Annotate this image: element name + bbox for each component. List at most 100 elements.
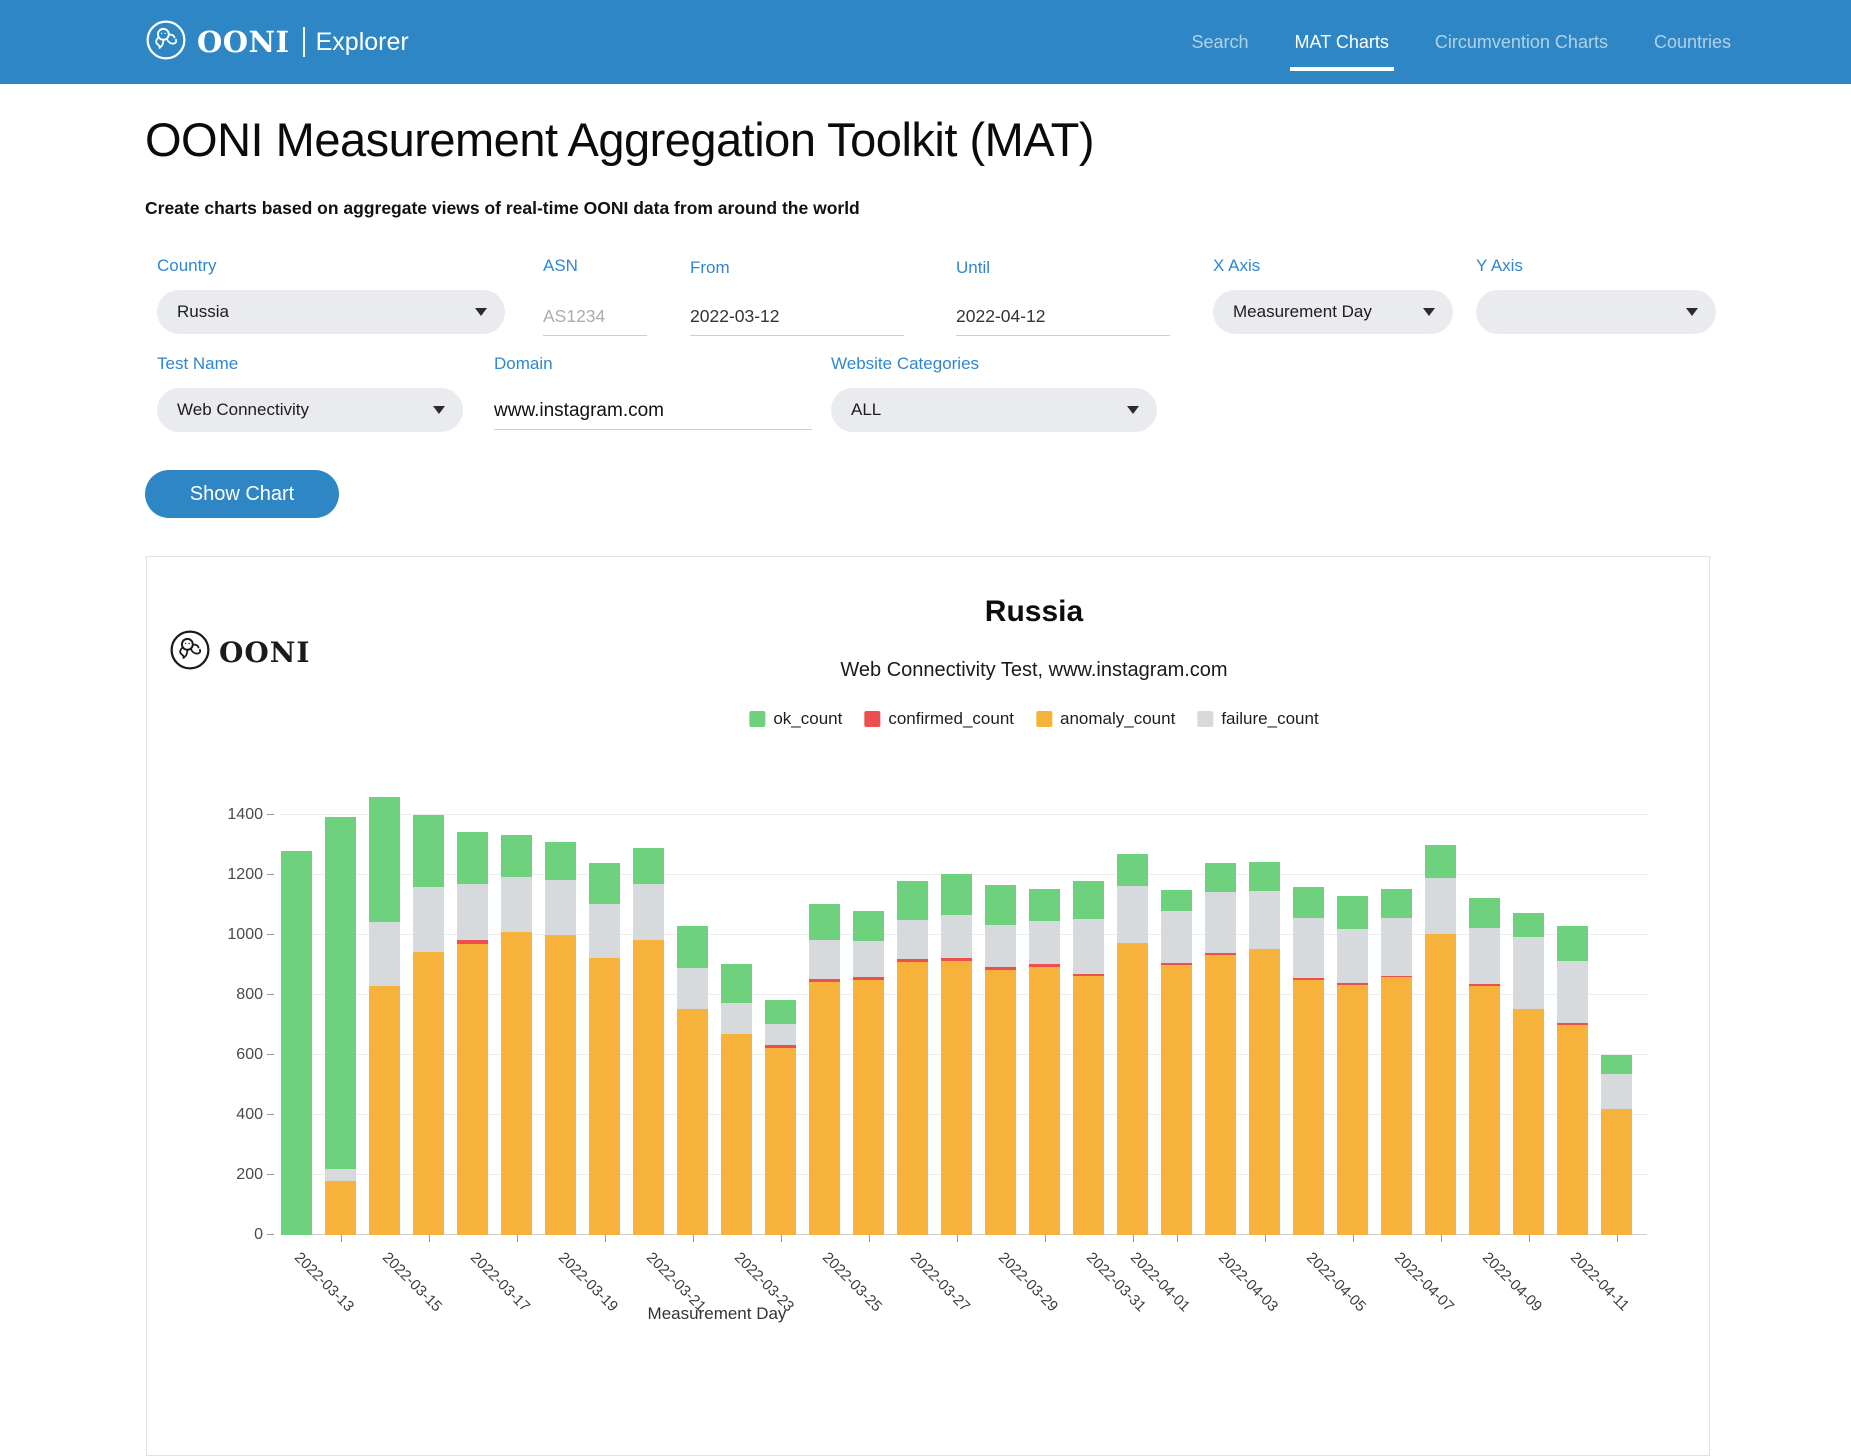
- bar-segment-failure_count[interactable]: [941, 915, 972, 959]
- asn-input[interactable]: [543, 298, 647, 336]
- bar-segment-ok_count[interactable]: [809, 904, 840, 940]
- bar-2022-03-18[interactable]: [545, 775, 576, 1235]
- bar-segment-ok_count[interactable]: [281, 851, 312, 1235]
- bar-2022-03-23[interactable]: [765, 775, 796, 1235]
- bar-2022-03-31[interactable]: [1117, 775, 1148, 1235]
- bar-segment-failure_count[interactable]: [765, 1024, 796, 1045]
- bar-segment-confirmed_count[interactable]: [1293, 978, 1324, 980]
- bar-2022-03-13[interactable]: [325, 775, 356, 1235]
- bar-segment-ok_count[interactable]: [1469, 898, 1500, 927]
- bar-segment-failure_count[interactable]: [1117, 886, 1148, 943]
- until-date-input[interactable]: [956, 298, 1170, 336]
- bar-segment-confirmed_count[interactable]: [985, 967, 1016, 969]
- bar-segment-anomaly_count[interactable]: [897, 962, 928, 1235]
- bar-segment-confirmed_count[interactable]: [1073, 974, 1104, 976]
- bar-2022-03-19[interactable]: [589, 775, 620, 1235]
- bar-2022-03-29[interactable]: [1029, 775, 1060, 1235]
- bar-segment-ok_count[interactable]: [1601, 1055, 1632, 1074]
- bar-segment-anomaly_count[interactable]: [1205, 955, 1236, 1236]
- bar-segment-ok_count[interactable]: [1117, 854, 1148, 886]
- bar-segment-confirmed_count[interactable]: [1205, 953, 1236, 955]
- show-chart-button[interactable]: Show Chart: [145, 470, 339, 518]
- bar-segment-ok_count[interactable]: [853, 911, 884, 941]
- bar-segment-anomaly_count[interactable]: [1513, 1009, 1544, 1236]
- bar-2022-04-02[interactable]: [1205, 775, 1236, 1235]
- bar-segment-confirmed_count[interactable]: [941, 958, 972, 960]
- bar-segment-anomaly_count[interactable]: [853, 980, 884, 1235]
- bar-2022-03-21[interactable]: [677, 775, 708, 1235]
- bar-2022-04-04[interactable]: [1293, 775, 1324, 1235]
- bar-segment-failure_count[interactable]: [501, 877, 532, 933]
- bar-segment-failure_count[interactable]: [897, 920, 928, 959]
- bar-segment-ok_count[interactable]: [369, 797, 400, 922]
- bar-segment-failure_count[interactable]: [1029, 921, 1060, 965]
- test-name-select[interactable]: Web Connectivity: [157, 388, 463, 432]
- bar-segment-anomaly_count[interactable]: [1293, 980, 1324, 1235]
- bar-2022-03-22[interactable]: [721, 775, 752, 1235]
- bar-segment-failure_count[interactable]: [985, 925, 1016, 967]
- bar-segment-ok_count[interactable]: [677, 926, 708, 968]
- bar-segment-anomaly_count[interactable]: [1425, 934, 1456, 1236]
- bar-segment-anomaly_count[interactable]: [325, 1181, 356, 1235]
- bar-segment-failure_count[interactable]: [633, 884, 664, 940]
- bar-2022-04-05[interactable]: [1337, 775, 1368, 1235]
- country-select[interactable]: Russia: [157, 290, 505, 334]
- bar-segment-failure_count[interactable]: [1469, 928, 1500, 984]
- bar-segment-anomaly_count[interactable]: [1249, 949, 1280, 1236]
- bar-segment-anomaly_count[interactable]: [677, 1009, 708, 1236]
- bar-segment-anomaly_count[interactable]: [765, 1048, 796, 1236]
- bar-2022-04-08[interactable]: [1469, 775, 1500, 1235]
- bar-segment-ok_count[interactable]: [457, 832, 488, 885]
- brand[interactable]: OONI Explorer: [145, 0, 409, 84]
- website-categories-select[interactable]: ALL: [831, 388, 1157, 432]
- bar-2022-03-17[interactable]: [501, 775, 532, 1235]
- bar-2022-03-27[interactable]: [941, 775, 972, 1235]
- bar-segment-failure_count[interactable]: [369, 922, 400, 987]
- bar-segment-failure_count[interactable]: [1513, 937, 1544, 1009]
- bar-2022-03-24[interactable]: [809, 775, 840, 1235]
- bar-segment-failure_count[interactable]: [1337, 929, 1368, 983]
- bar-2022-04-03[interactable]: [1249, 775, 1280, 1235]
- bar-2022-03-12[interactable]: [281, 775, 312, 1235]
- bar-2022-04-10[interactable]: [1557, 775, 1588, 1235]
- bar-2022-03-25[interactable]: [853, 775, 884, 1235]
- bar-segment-confirmed_count[interactable]: [1337, 983, 1368, 985]
- bar-segment-anomaly_count[interactable]: [1161, 965, 1192, 1235]
- bar-segment-failure_count[interactable]: [809, 940, 840, 979]
- bar-segment-ok_count[interactable]: [1557, 926, 1588, 961]
- bar-segment-ok_count[interactable]: [545, 842, 576, 880]
- bar-segment-anomaly_count[interactable]: [457, 944, 488, 1235]
- bar-segment-ok_count[interactable]: [1161, 890, 1192, 911]
- bar-segment-anomaly_count[interactable]: [1337, 985, 1368, 1236]
- bar-segment-failure_count[interactable]: [1205, 892, 1236, 954]
- nav-link-mat-charts[interactable]: MAT Charts: [1293, 26, 1391, 59]
- bar-2022-03-16[interactable]: [457, 775, 488, 1235]
- bar-2022-04-01[interactable]: [1161, 775, 1192, 1235]
- bar-segment-confirmed_count[interactable]: [1161, 963, 1192, 965]
- bar-segment-ok_count[interactable]: [897, 881, 928, 920]
- bar-segment-ok_count[interactable]: [413, 815, 444, 887]
- bar-segment-anomaly_count[interactable]: [501, 932, 532, 1235]
- bar-segment-ok_count[interactable]: [1337, 896, 1368, 929]
- bar-segment-anomaly_count[interactable]: [1381, 977, 1412, 1235]
- bar-segment-failure_count[interactable]: [1073, 919, 1104, 974]
- bar-segment-failure_count[interactable]: [853, 941, 884, 977]
- bar-segment-anomaly_count[interactable]: [589, 958, 620, 1236]
- bar-segment-confirmed_count[interactable]: [1469, 984, 1500, 986]
- bar-segment-confirmed_count[interactable]: [457, 940, 488, 945]
- bar-segment-anomaly_count[interactable]: [1029, 967, 1060, 1236]
- bar-segment-ok_count[interactable]: [941, 874, 972, 915]
- bar-segment-failure_count[interactable]: [589, 904, 620, 958]
- bar-segment-ok_count[interactable]: [1249, 862, 1280, 891]
- bar-segment-failure_count[interactable]: [457, 884, 488, 940]
- bar-segment-failure_count[interactable]: [325, 1169, 356, 1181]
- bar-segment-anomaly_count[interactable]: [369, 986, 400, 1235]
- bar-segment-anomaly_count[interactable]: [633, 940, 664, 1236]
- bar-segment-ok_count[interactable]: [1513, 913, 1544, 936]
- y-axis-select[interactable]: [1476, 290, 1716, 334]
- bar-2022-03-20[interactable]: [633, 775, 664, 1235]
- domain-input[interactable]: [494, 392, 812, 430]
- bar-segment-failure_count[interactable]: [1557, 961, 1588, 1023]
- bar-segment-failure_count[interactable]: [1293, 918, 1324, 978]
- bar-segment-confirmed_count[interactable]: [765, 1045, 796, 1047]
